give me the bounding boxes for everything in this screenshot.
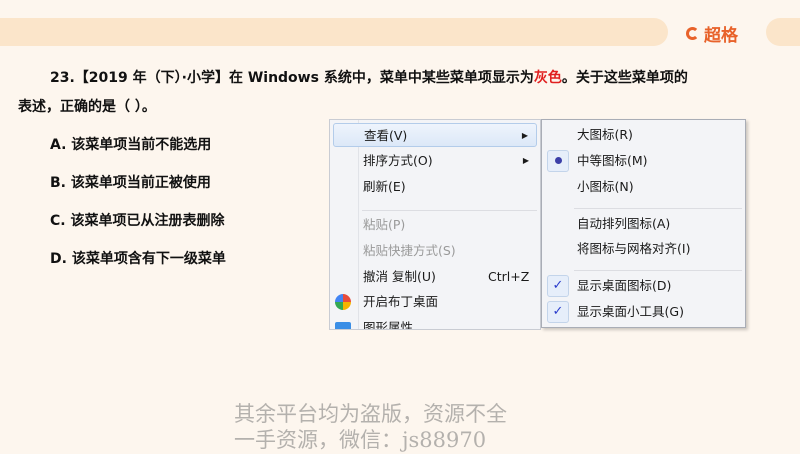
submenu-item-show-desktop-icons[interactable]: ✓ 显示桌面图标(D) xyxy=(545,274,742,298)
option-a: A. 该菜单项当前不能选用 xyxy=(50,137,212,153)
logo-icon xyxy=(686,27,699,40)
menu-item-paste-shortcut: 粘贴快捷方式(S) xyxy=(363,243,456,258)
menu-separator xyxy=(362,210,537,211)
menu-item-refresh[interactable]: 刷新(E) xyxy=(333,175,537,199)
submenu-item-align-grid[interactable]: 将图标与网格对齐(I) xyxy=(545,237,742,261)
submenu-item-show-gadgets[interactable]: ✓ 显示桌面小工具(G) xyxy=(545,300,742,324)
submenu-item-large-icons[interactable]: 大图标(R) xyxy=(545,123,742,147)
menu-item-buding-desktop[interactable]: 开启布丁桌面 xyxy=(333,290,537,314)
option-b: B. 该菜单项当前正被使用 xyxy=(50,175,211,191)
menu-item-undo-copy[interactable]: 撤消 复制(U) Ctrl+Z xyxy=(333,265,537,289)
graphics-icon xyxy=(335,322,351,329)
menu-item-view[interactable]: 查看(V) ▶ xyxy=(333,123,537,147)
context-menu: 查看(V) ▶ 排序方式(O) ▶ 刷新(E) 粘贴(P) 粘贴快捷方式(S) 撤消… xyxy=(329,119,541,330)
menu-separator xyxy=(574,270,742,271)
checkmark-icon: ✓ xyxy=(547,301,569,323)
logo: 超格 xyxy=(686,21,738,46)
submenu-item-auto-arrange[interactable]: 自动排列图标(A) xyxy=(545,212,742,236)
submenu-item-medium-icons[interactable]: 中等图标(M) xyxy=(545,149,742,173)
menu-item-graphics-properties[interactable]: 图形属性 xyxy=(333,316,537,329)
header-band-right xyxy=(766,18,800,46)
header-band xyxy=(0,18,668,46)
question-text: 23.【2019 年（下）·小学】在 Windows 系统中，菜单中某些菜单项显… xyxy=(18,70,688,115)
checkmark-icon: ✓ xyxy=(547,275,569,297)
submenu-arrow-icon: ▶ xyxy=(521,131,528,140)
option-c: C. 该菜单项已从注册表删除 xyxy=(50,213,225,229)
menu-item-paste: 粘贴(P) xyxy=(363,217,406,232)
view-submenu: 大图标(R) 中等图标(M) 小图标(N) 自动排列图标(A) 将图标与网格对齐… xyxy=(541,119,746,328)
submenu-arrow-icon: ▶ xyxy=(522,156,529,165)
submenu-item-small-icons[interactable]: 小图标(N) xyxy=(545,175,742,199)
buding-icon xyxy=(335,294,351,310)
radio-selected-icon xyxy=(547,150,569,172)
menu-separator xyxy=(574,208,742,209)
menu-item-sort[interactable]: 排序方式(O) ▶ xyxy=(333,149,537,173)
option-d: D. 该菜单项含有下一级菜单 xyxy=(50,251,226,267)
